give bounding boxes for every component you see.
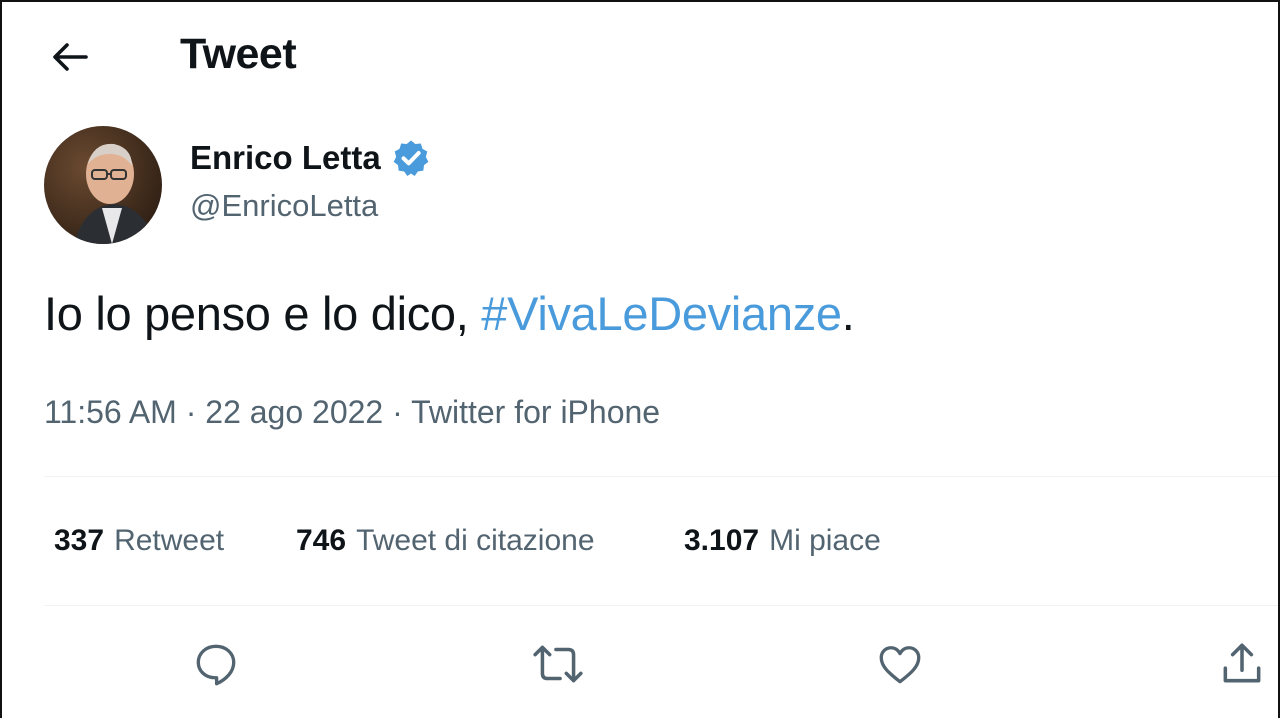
arrow-left-icon xyxy=(53,43,88,71)
reply-button[interactable] xyxy=(186,634,246,694)
tweet-text-before: Io lo penso e lo dico, xyxy=(44,287,482,340)
stat-count: 337 xyxy=(54,524,105,557)
tweet-source[interactable]: Twitter for iPhone xyxy=(411,394,660,430)
like-button[interactable] xyxy=(870,634,930,694)
quote-tweet-count[interactable]: 746 Tweet di citazione xyxy=(296,524,684,558)
stat-label: Retweet xyxy=(114,524,225,557)
profile-photo xyxy=(44,126,162,244)
tweet-date[interactable]: 22 ago 2022 xyxy=(205,394,383,430)
hashtag-link[interactable]: #VivaLeDevianze xyxy=(481,287,842,340)
stat-count: 746 xyxy=(296,524,347,557)
tweet-metadata: 11:56 AM · 22 ago 2022 · Twitter for iPh… xyxy=(44,394,660,431)
stat-count: 3.107 xyxy=(684,524,760,557)
tweet-detail-screen: Tweet Enrico Letta @EnricoLetta Io lo pe… xyxy=(0,0,1280,718)
tweet-text-after: . xyxy=(841,287,855,340)
share-icon xyxy=(1223,643,1261,683)
avatar[interactable] xyxy=(44,126,162,244)
tweet-actions xyxy=(2,634,1278,694)
tweet-time[interactable]: 11:56 AM xyxy=(44,394,177,430)
retweet-button[interactable] xyxy=(528,634,588,694)
divider xyxy=(44,605,1278,606)
author-name-text: Enrico Letta xyxy=(190,139,381,176)
like-count[interactable]: 3.107 Mi piace xyxy=(684,524,881,558)
header: Tweet xyxy=(2,2,1278,112)
divider xyxy=(44,476,1278,477)
retweet-count[interactable]: 337 Retweet xyxy=(54,524,296,558)
author-handle[interactable]: @EnricoLetta xyxy=(190,188,378,224)
back-button[interactable] xyxy=(46,36,94,78)
stat-label: Mi piace xyxy=(769,524,881,557)
page-title: Tweet xyxy=(180,30,297,78)
share-button[interactable] xyxy=(1212,634,1272,694)
reply-bubble-icon xyxy=(196,644,236,686)
tweet-text: Io lo penso e lo dico, #VivaLeDevianze. xyxy=(44,286,855,341)
heart-icon xyxy=(879,646,921,684)
meta-separator: · xyxy=(185,394,197,430)
stat-label: Tweet di citazione xyxy=(356,524,595,557)
tweet-stats: 337 Retweet 746 Tweet di citazione 3.107… xyxy=(54,524,881,558)
retweet-icon xyxy=(533,645,583,683)
meta-separator: · xyxy=(392,394,403,430)
verified-badge-icon xyxy=(393,140,429,176)
author-name[interactable]: Enrico Letta xyxy=(190,138,431,178)
